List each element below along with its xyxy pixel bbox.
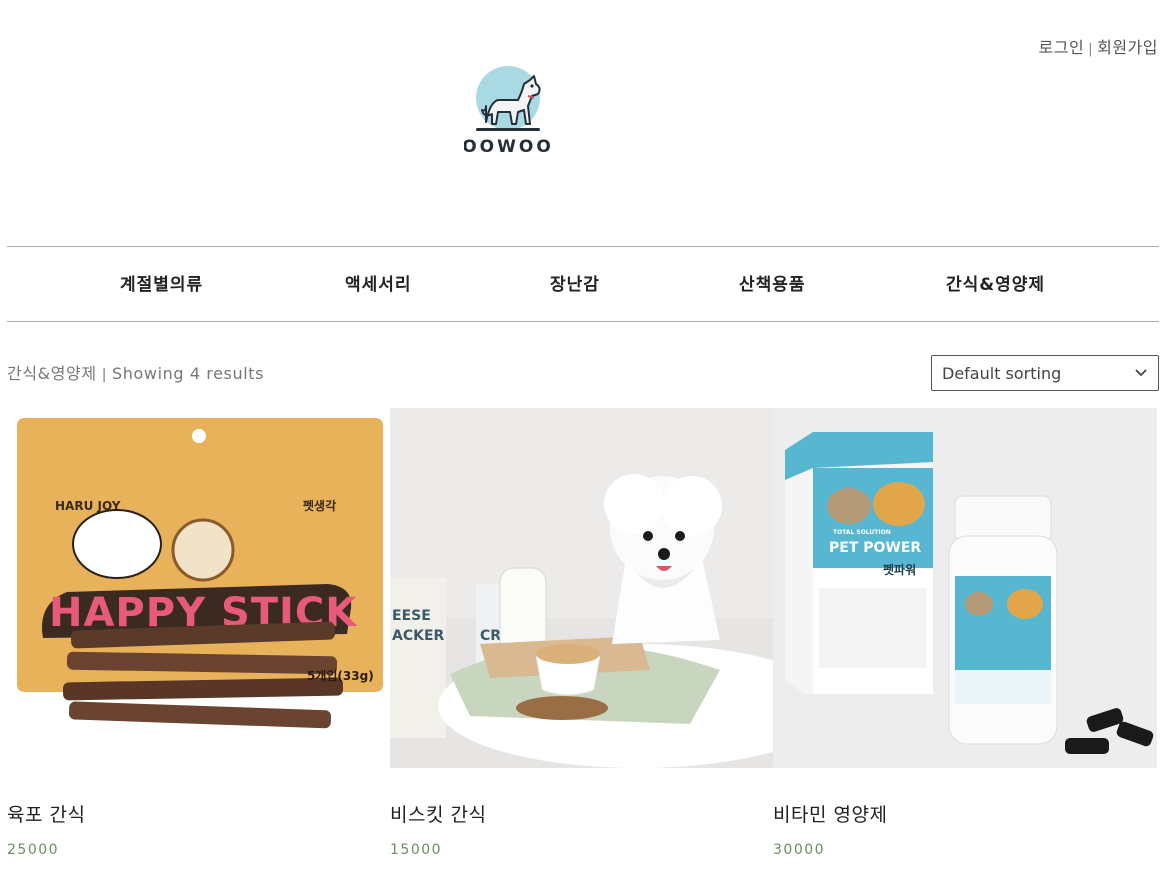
image-weight-text: 5개입(33g) — [307, 669, 374, 683]
signup-link[interactable]: 회원가입 — [1097, 38, 1158, 57]
auth-separator: | — [1088, 42, 1094, 57]
nav-item-accessories[interactable]: 액세서리 — [345, 270, 412, 295]
nav-item-toys[interactable]: 장난감 — [550, 270, 600, 295]
nav-item-walking-goods[interactable]: 산책용품 — [739, 270, 806, 295]
jerky-pouch-image: HARU JOY 펫생각 HAPPY STICK 5개입(33g) — [7, 408, 391, 768]
category-breadcrumb: 간식&영양제 — [7, 364, 97, 383]
image-bag2-text: CR — [480, 628, 501, 644]
biscuit-dog-image: EESE ACKER CR — [390, 408, 774, 768]
sorting-select[interactable]: Default sorting — [931, 355, 1159, 391]
image-box-title: PET POWER — [829, 540, 921, 556]
nav-top-divider — [7, 246, 1159, 247]
sorting-selected-label: Default sorting — [942, 364, 1062, 383]
product-name[interactable]: 비스킷 간식 — [390, 800, 486, 827]
result-count: 간식&영양제 | Showing 4 results — [7, 360, 264, 384]
product-name[interactable]: 육포 간식 — [7, 800, 85, 827]
image-box-sub: TOTAL SOLUTION — [833, 529, 891, 536]
image-bag-line1: EESE — [392, 608, 431, 624]
image-box-korean: 펫파워 — [883, 562, 916, 577]
product-image-link[interactable]: EESE ACKER CR — [390, 408, 774, 768]
product-price: 30000 — [773, 842, 826, 858]
vitamin-box-image: TOTAL SOLUTION PET POWER 펫파워 — [773, 408, 1157, 768]
product-name[interactable]: 비타민 영양제 — [773, 800, 887, 827]
result-count-text: Showing 4 results — [112, 364, 265, 383]
product-card: TOTAL SOLUTION PET POWER 펫파워 비타민 영양제 300… — [773, 408, 1157, 858]
product-image-link[interactable]: HARU JOY 펫생각 HAPPY STICK 5개입(33g) — [7, 408, 391, 768]
image-maker-text: 펫생각 — [303, 498, 336, 513]
product-image-link[interactable]: TOTAL SOLUTION PET POWER 펫파워 — [773, 408, 1157, 768]
auth-links: 로그인 | 회원가입 — [1039, 34, 1158, 58]
product-card: HARU JOY 펫생각 HAPPY STICK 5개입(33g) 육포 간식 … — [7, 408, 391, 858]
nav-item-seasonal-clothing[interactable]: 계절별의류 — [120, 270, 203, 295]
product-price: 25000 — [7, 842, 60, 858]
dog-logo-icon: OOWOO — [462, 66, 554, 157]
product-card: EESE ACKER CR 비스킷 간식 15000 — [390, 408, 774, 858]
nav-bottom-divider — [7, 321, 1159, 322]
product-price: 15000 — [390, 842, 443, 858]
nav-item-snacks-supplements[interactable]: 간식&영양제 — [946, 270, 1045, 295]
chevron-down-icon — [1135, 369, 1147, 377]
site-logo[interactable]: OOWOO — [462, 62, 554, 158]
login-link[interactable]: 로그인 — [1039, 38, 1085, 57]
logo-text: OOWOO — [464, 137, 554, 157]
image-bag-line2: ACKER — [392, 628, 445, 644]
main-nav: 계절별의류 액세서리 장난감 산책용품 간식&영양제 — [0, 270, 1172, 300]
result-separator: | — [101, 367, 108, 383]
